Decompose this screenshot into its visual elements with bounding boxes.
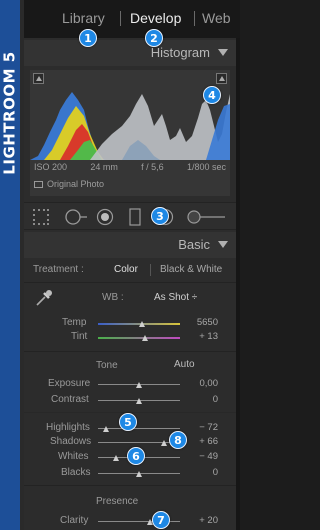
divider <box>24 351 236 352</box>
red-eye-icon[interactable] <box>96 208 114 226</box>
temp-label: Temp <box>62 317 87 328</box>
exposure-slider-thumb[interactable] <box>136 382 142 388</box>
shadows-slider-track[interactable] <box>98 442 180 443</box>
wb-select[interactable]: As Shot ÷ <box>154 292 197 303</box>
crop-overlay-icon[interactable] <box>32 208 50 226</box>
treatment-separator <box>150 264 151 276</box>
iso-value: ISO 200 <box>34 162 68 172</box>
exposure-label: Exposure <box>48 378 91 389</box>
clarity-label: Clarity <box>60 515 89 526</box>
shutter-value: 1/800 sec <box>186 162 226 172</box>
treatment-color-button[interactable]: Color <box>114 264 138 275</box>
highlights-slider-thumb[interactable] <box>103 426 109 432</box>
whites-label: Whites <box>58 451 89 462</box>
aperture-value: f / 5,6 <box>141 162 164 172</box>
exif-info: ISO 200 24 mm f / 5,6 1/800 sec <box>34 162 226 172</box>
divider <box>24 485 236 486</box>
annotation-badge-1: 1 <box>79 29 97 47</box>
whites-slider-thumb[interactable] <box>113 455 119 461</box>
shadows-slider-thumb[interactable] <box>161 440 167 446</box>
panel-scroll-edge <box>236 38 240 530</box>
graduated-filter-icon[interactable] <box>128 208 142 226</box>
histogram-title: Histogram <box>150 45 210 60</box>
tool-strip <box>24 202 236 230</box>
histogram-graph <box>30 92 230 160</box>
basic-header[interactable]: Basic <box>24 232 236 258</box>
tone-label: Tone <box>96 360 118 371</box>
module-library[interactable]: Library <box>62 10 105 26</box>
presence-label: Presence <box>96 496 139 507</box>
module-develop[interactable]: Develop <box>130 10 181 26</box>
blacks-slider-thumb[interactable] <box>136 471 142 477</box>
treatment-label: Treatment : <box>33 264 84 275</box>
contrast-value[interactable]: 0 <box>190 394 218 405</box>
spot-removal-icon[interactable] <box>64 208 88 226</box>
highlights-value[interactable]: − 72 <box>190 422 218 433</box>
module-picker: Library Develop Web <box>24 0 240 38</box>
triangle-collapse-icon[interactable] <box>218 49 228 56</box>
divider <box>24 282 236 283</box>
highlights-slider-track[interactable] <box>98 428 180 429</box>
contrast-label: Contrast <box>51 394 89 405</box>
exposure-value[interactable]: 0,00 <box>190 378 219 389</box>
original-photo-label: Original Photo <box>47 179 105 189</box>
annotation-badge-8: 8 <box>169 431 187 449</box>
basic-title: Basic <box>178 237 210 252</box>
tint-value[interactable]: + 13 <box>194 331 218 342</box>
shadows-value[interactable]: + 66 <box>190 436 218 447</box>
shadows-label: Shadows <box>50 436 92 447</box>
highlights-label: Highlights <box>46 422 90 433</box>
histogram-header[interactable]: Histogram <box>24 40 236 66</box>
annotation-badge-7: 7 <box>152 511 170 529</box>
original-photo-toggle[interactable]: Original Photo <box>34 179 104 189</box>
annotation-badge-5: 5 <box>119 413 137 431</box>
annotation-badge-2: 2 <box>145 29 163 47</box>
book-spine: LIGHTROOM 5 <box>0 0 20 530</box>
histogram-display[interactable]: ISO 200 24 mm f / 5,6 1/800 sec Original… <box>30 70 230 196</box>
auto-tone-button[interactable]: Auto <box>174 359 195 370</box>
module-separator <box>194 11 195 26</box>
temp-value[interactable]: 5650 <box>194 317 218 328</box>
blacks-label: Blacks <box>61 467 91 478</box>
tint-slider-track[interactable] <box>98 337 180 339</box>
triangle-collapse-icon[interactable] <box>218 241 228 248</box>
spine-title: LIGHTROOM 5 <box>1 51 20 175</box>
whites-value[interactable]: − 49 <box>190 451 218 462</box>
blacks-value[interactable]: 0 <box>190 467 218 478</box>
clarity-value[interactable]: + 20 <box>190 515 218 526</box>
tint-label: Tint <box>71 331 88 342</box>
annotation-badge-3: 3 <box>151 207 169 225</box>
module-web[interactable]: Web <box>202 10 231 26</box>
treatment-bw-button[interactable]: Black & White <box>160 264 222 275</box>
eyedropper-icon[interactable] <box>34 288 54 308</box>
wb-label: WB : <box>102 292 124 303</box>
temp-slider-thumb[interactable] <box>139 321 145 327</box>
contrast-slider-thumb[interactable] <box>136 398 142 404</box>
module-separator <box>120 11 121 26</box>
annotation-badge-4: 4 <box>203 86 221 104</box>
adjustment-brush-icon[interactable] <box>186 208 226 226</box>
focal-value: 24 mm <box>90 162 118 172</box>
tint-slider-thumb[interactable] <box>142 335 148 341</box>
annotation-badge-6: 6 <box>127 447 145 465</box>
original-photo-checkbox[interactable] <box>34 180 43 188</box>
